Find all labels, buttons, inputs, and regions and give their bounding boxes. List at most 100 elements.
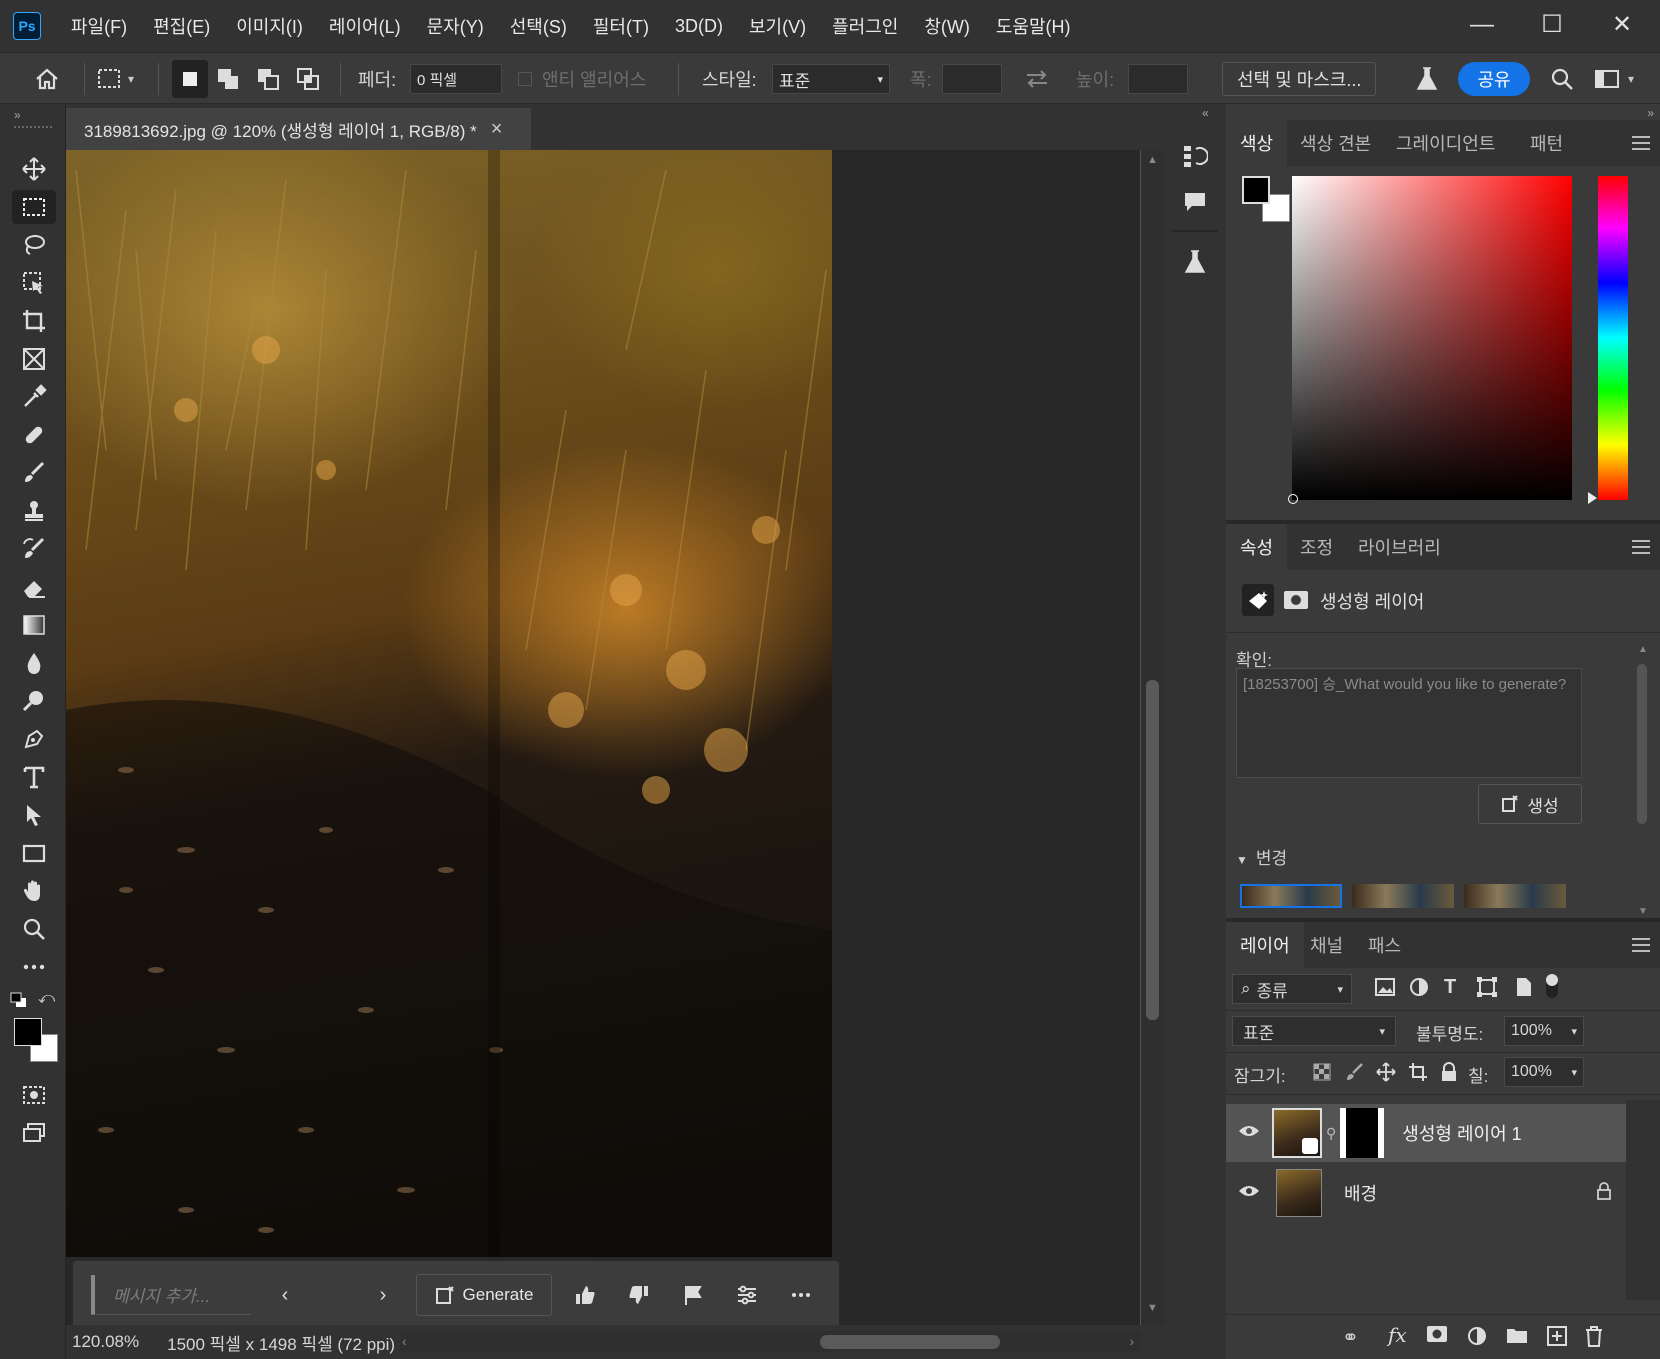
layer-name[interactable]: 생성형 레이어 1: [1402, 1120, 1521, 1146]
filter-smart-object-icon[interactable]: [1512, 976, 1534, 1003]
fill-input[interactable]: 100% ▾: [1504, 1057, 1584, 1087]
prompt-input[interactable]: 메시지 추가...: [91, 1275, 251, 1315]
tab-gradients[interactable]: 그레이디언트: [1382, 120, 1509, 166]
pen-tool-icon[interactable]: [12, 722, 56, 756]
zoom-tool-icon[interactable]: [12, 912, 56, 946]
menu-3d[interactable]: 3D(D): [675, 16, 723, 37]
vertical-scrollbar[interactable]: ▲ ▼: [1141, 150, 1164, 1325]
settings-sliders-icon[interactable]: [733, 1281, 761, 1309]
lock-artboard-icon[interactable]: [1408, 1062, 1428, 1087]
close-window-button[interactable]: ✕: [1602, 10, 1642, 40]
height-input[interactable]: [1128, 64, 1188, 94]
scroll-down-icon[interactable]: ▼: [1147, 1302, 1158, 1314]
foreground-color-swatch[interactable]: [14, 1018, 42, 1046]
tab-paths[interactable]: 패스: [1354, 922, 1415, 968]
move-tool-icon[interactable]: [12, 152, 56, 186]
style-select[interactable]: 표준 ▾: [772, 64, 890, 94]
hue-slider[interactable]: [1598, 176, 1628, 500]
fx-icon[interactable]: fx: [1388, 1323, 1407, 1347]
panel-menu-icon[interactable]: [1632, 938, 1650, 952]
filter-type-icon[interactable]: T: [1444, 976, 1456, 999]
zoom-level[interactable]: 120.08%: [72, 1332, 139, 1352]
menu-file[interactable]: 파일(F): [71, 13, 127, 39]
clone-stamp-tool-icon[interactable]: [12, 494, 56, 528]
history-icon[interactable]: [1173, 134, 1217, 178]
flag-icon[interactable]: [679, 1281, 707, 1309]
filter-adjustment-icon[interactable]: [1408, 976, 1430, 1003]
document-info[interactable]: 1500 픽셀 x 1498 픽셀 (72 ppi): [167, 1330, 395, 1355]
tab-channels[interactable]: 채널: [1296, 922, 1357, 968]
color-picker-field[interactable]: [1292, 176, 1572, 500]
new-selection-icon[interactable]: [172, 60, 208, 98]
menu-window[interactable]: 창(W): [924, 13, 970, 39]
tab-properties[interactable]: 속성: [1226, 524, 1288, 570]
more-tools-icon[interactable]: [12, 950, 56, 984]
new-layer-icon[interactable]: [1546, 1325, 1568, 1352]
visibility-eye-icon[interactable]: [1238, 1183, 1260, 1203]
new-group-icon[interactable]: [1506, 1325, 1528, 1350]
lasso-tool-icon[interactable]: [12, 228, 56, 262]
close-tab-icon[interactable]: ×: [491, 118, 503, 141]
collapse-icon[interactable]: »: [14, 108, 21, 122]
eyedropper-tool-icon[interactable]: [12, 380, 56, 414]
mask-icon[interactable]: [1280, 586, 1312, 614]
eraser-tool-icon[interactable]: [12, 570, 56, 604]
canvas-area[interactable]: [66, 150, 1140, 1325]
layer-lock-icon[interactable]: [1596, 1181, 1612, 1205]
history-brush-tool-icon[interactable]: [12, 532, 56, 566]
add-selection-icon[interactable]: [216, 53, 240, 105]
width-input[interactable]: [942, 64, 1002, 94]
h-scroll-thumb[interactable]: [820, 1335, 1000, 1349]
search-icon[interactable]: [1550, 53, 1574, 105]
brush-tool-icon[interactable]: [12, 456, 56, 490]
lock-all-icon[interactable]: [1440, 1062, 1458, 1087]
next-variation-icon[interactable]: ›: [369, 1281, 397, 1309]
filter-toggle[interactable]: [1546, 974, 1558, 998]
scroll-left-icon[interactable]: ‹: [402, 1333, 407, 1349]
gradient-tool-icon[interactable]: [12, 608, 56, 642]
delete-layer-icon[interactable]: [1584, 1325, 1604, 1352]
default-colors-icon[interactable]: [10, 992, 28, 1008]
collapse-dock-icon[interactable]: «: [1202, 106, 1209, 120]
adjustment-layer-icon[interactable]: [1466, 1325, 1488, 1352]
panel-foreground-swatch[interactable]: [1242, 176, 1270, 204]
workspace-icon[interactable]: ▾: [1594, 53, 1634, 105]
scroll-up-icon[interactable]: ▲: [1147, 154, 1158, 166]
layer-row[interactable]: 배경: [1226, 1164, 1626, 1222]
properties-generate-button[interactable]: 생성: [1478, 784, 1582, 824]
tab-color[interactable]: 색상: [1226, 120, 1288, 166]
filter-pixel-icon[interactable]: [1374, 976, 1396, 1003]
menu-filter[interactable]: 필터(T): [593, 13, 649, 39]
marquee-preset-icon[interactable]: ▾: [96, 53, 134, 105]
filter-shape-icon[interactable]: [1476, 976, 1498, 1003]
tab-libraries[interactable]: 라이브러리: [1344, 524, 1455, 570]
variation-thumbnail[interactable]: [1464, 884, 1566, 908]
thumbs-down-icon[interactable]: [625, 1281, 653, 1309]
collapse-panels-icon[interactable]: »: [1647, 106, 1654, 120]
horizontal-scrollbar[interactable]: ‹ ›: [400, 1331, 1140, 1353]
maximize-button[interactable]: ☐: [1532, 10, 1572, 40]
blur-tool-icon[interactable]: [12, 646, 56, 680]
frame-tool-icon[interactable]: [12, 342, 56, 376]
scroll-thumb[interactable]: [1146, 680, 1159, 1020]
hue-slider-handle[interactable]: [1588, 492, 1597, 504]
visibility-eye-icon[interactable]: [1238, 1123, 1260, 1143]
tab-layers[interactable]: 레이어: [1226, 922, 1304, 968]
layer-mask-thumbnail[interactable]: [1340, 1108, 1385, 1158]
type-tool-icon[interactable]: [12, 760, 56, 794]
menu-select[interactable]: 선택(S): [510, 13, 567, 39]
crop-tool-icon[interactable]: [12, 304, 56, 338]
hand-tool-icon[interactable]: [12, 874, 56, 908]
tab-swatches[interactable]: 색상 견본: [1286, 120, 1385, 166]
select-and-mask-button[interactable]: 선택 및 마스크...: [1222, 62, 1377, 96]
tab-patterns[interactable]: 패턴: [1516, 120, 1577, 166]
opacity-input[interactable]: 100% ▾: [1504, 1016, 1584, 1046]
blend-mode-select[interactable]: 표준 ▾: [1232, 1016, 1396, 1046]
healing-brush-tool-icon[interactable]: [12, 418, 56, 452]
variation-thumbnail[interactable]: [1240, 884, 1342, 908]
path-selection-tool-icon[interactable]: [12, 798, 56, 832]
menu-help[interactable]: 도움말(H): [996, 13, 1071, 39]
variation-thumbnail[interactable]: [1352, 884, 1454, 908]
menu-layer[interactable]: 레이어(L): [329, 13, 401, 39]
menu-image[interactable]: 이미지(I): [236, 13, 303, 39]
